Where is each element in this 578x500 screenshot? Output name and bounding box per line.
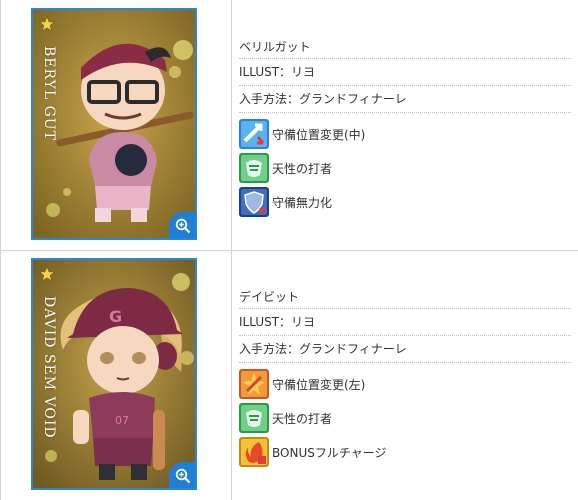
defense-nullify-icon bbox=[239, 187, 269, 217]
skill-label: 守備位置変更(中) bbox=[272, 127, 366, 142]
skill-label: BONUSフルチャージ bbox=[272, 445, 387, 460]
defense-shift-left-icon bbox=[239, 369, 269, 399]
skill-list: 守備位置変更(中) 天性の打者 守備無力化 bbox=[239, 117, 571, 219]
defense-shift-icon bbox=[239, 119, 269, 149]
zoom-in-icon bbox=[175, 218, 191, 234]
card-illustrator: ILLUST：リヨ bbox=[239, 309, 571, 336]
card-obtain-method: 入手方法：グランドフィナーレ bbox=[239, 336, 571, 363]
card-obtain-method: 入手方法：グランドフィナーレ bbox=[239, 86, 571, 113]
skill-label: 天性の打者 bbox=[272, 411, 333, 426]
card-vertical-name: DAVID SEM VOID bbox=[41, 296, 57, 439]
card-vertical-name: BERYL GUT bbox=[41, 46, 57, 141]
card-image-david[interactable]: G 07 DAVID SEM VOID bbox=[31, 258, 197, 490]
zoom-button[interactable] bbox=[169, 462, 195, 488]
skill-item: 天性の打者 bbox=[239, 401, 571, 435]
natural-hitter-icon bbox=[239, 403, 269, 433]
star-icon bbox=[39, 16, 55, 32]
character-portrait-beryl bbox=[33, 10, 195, 238]
skill-item: 守備無力化 bbox=[239, 185, 571, 219]
svg-text:07: 07 bbox=[115, 414, 129, 427]
skill-item: 守備位置変更(中) bbox=[239, 117, 571, 151]
card-table: BERYL GUT ベリルガット ILLUST：リヨ 入手方法：グランドフィナー… bbox=[0, 0, 578, 500]
bonus-full-charge-icon bbox=[239, 437, 269, 467]
table-row: G 07 DAVID SEM VOID デイビット ILLUST：リヨ 入手方法… bbox=[1, 251, 578, 500]
card-image-beryl[interactable]: BERYL GUT bbox=[31, 8, 197, 240]
card-name: デイビット bbox=[239, 280, 571, 309]
column-divider bbox=[231, 251, 232, 500]
card-info-david: デイビット ILLUST：リヨ 入手方法：グランドフィナーレ 守備位置変更(左) bbox=[239, 280, 571, 469]
star-icon bbox=[39, 266, 55, 282]
column-divider bbox=[231, 0, 232, 250]
zoom-button[interactable] bbox=[169, 212, 195, 238]
card-info-beryl: ベリルガット ILLUST：リヨ 入手方法：グランドフィナーレ 守備位置変更(中… bbox=[239, 30, 571, 219]
svg-text:G: G bbox=[109, 307, 122, 326]
skill-label: 守備無力化 bbox=[272, 195, 333, 210]
card-illustrator: ILLUST：リヨ bbox=[239, 59, 571, 86]
natural-hitter-icon bbox=[239, 153, 269, 183]
skill-label: 守備位置変更(左) bbox=[272, 377, 366, 392]
character-portrait-david: G 07 bbox=[33, 260, 195, 488]
table-row: BERYL GUT ベリルガット ILLUST：リヨ 入手方法：グランドフィナー… bbox=[1, 0, 578, 251]
zoom-in-icon bbox=[175, 468, 191, 484]
skill-list: 守備位置変更(左) 天性の打者 BONUSフルチャージ bbox=[239, 367, 571, 469]
skill-item: BONUSフルチャージ bbox=[239, 435, 571, 469]
skill-item: 天性の打者 bbox=[239, 151, 571, 185]
skill-label: 天性の打者 bbox=[272, 161, 333, 176]
skill-item: 守備位置変更(左) bbox=[239, 367, 571, 401]
card-name: ベリルガット bbox=[239, 30, 571, 59]
